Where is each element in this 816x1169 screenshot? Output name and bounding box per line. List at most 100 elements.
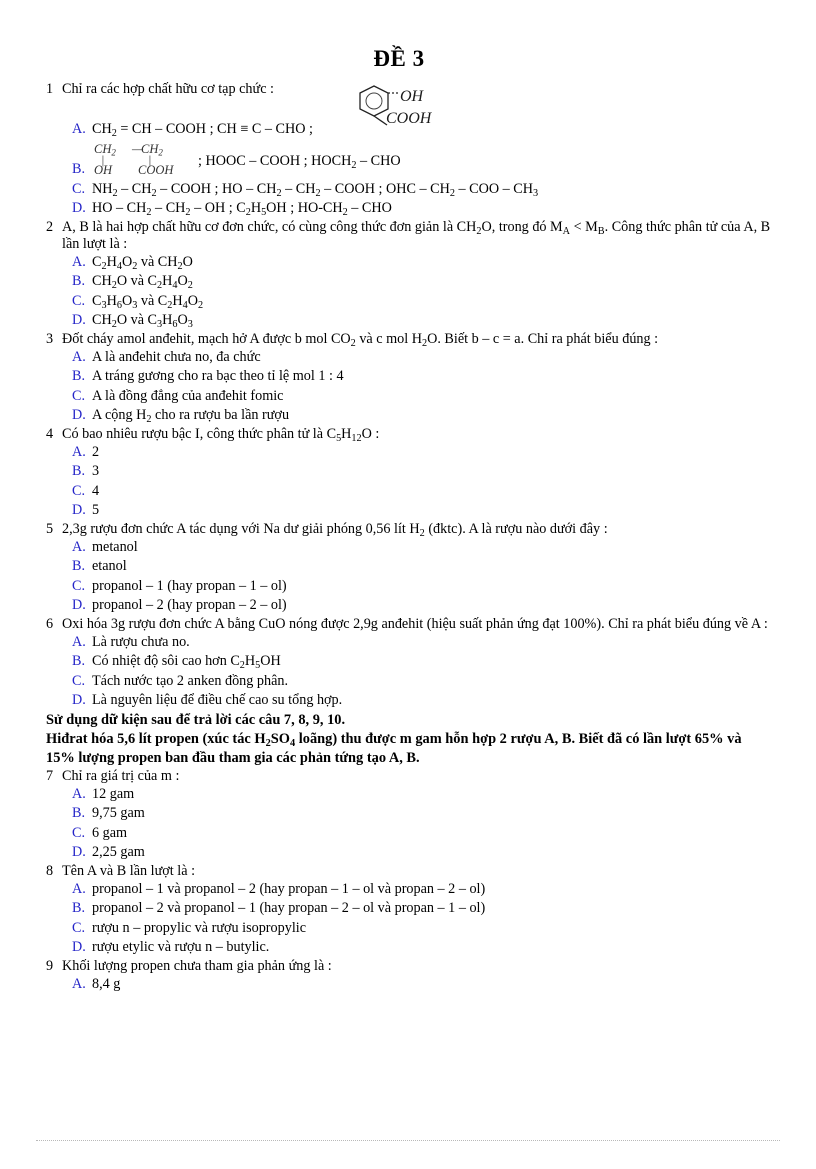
option-text: 12 gam: [92, 785, 135, 802]
option-text: NH2 – CH2 – COOH ; HO – CH2 – CH2 – COOH…: [92, 180, 539, 199]
option-item[interactable]: C. A là đồng đẳng của anđehit fomic: [36, 387, 780, 407]
option-letter: D.: [72, 939, 86, 956]
question-1-number: 1: [46, 81, 54, 98]
question-7-text: Chỉ ra giá trị của m :: [62, 767, 180, 784]
option-item[interactable]: C. C3H6O3 và C2H4O2: [36, 292, 780, 312]
option-text: CH2— CH2 | | OH COOH; HOOC – COOH ; HOCH2 – C…: [92, 142, 780, 180]
option-item[interactable]: A. metanol: [36, 538, 780, 558]
question-7-options: A. 12 gam B. 9,75 gam C. 6 gam D. 2,25 g…: [36, 785, 780, 863]
option-item[interactable]: C. propanol – 1 (hay propan – 1 – ol): [36, 577, 780, 597]
question-2-header: 2 A, B là hai hợp chất hữu cơ đơn chức, …: [36, 219, 780, 253]
option-item[interactable]: A. 12 gam: [36, 785, 780, 805]
option-item[interactable]: B. A tráng gương cho ra bạc theo tỉ lệ m…: [36, 367, 780, 387]
question-8: 8 Tên A và B lần lượt là : A. propanol –…: [36, 863, 780, 958]
option-text: Tách nước tạo 2 anken đồng phân.: [92, 672, 289, 689]
option-item[interactable]: A. A là anđehit chưa no, đa chức: [36, 348, 780, 368]
option-item[interactable]: B. CH2— CH2 | | OH COOH; HOOC – COOH ; HOCH2 …: [36, 142, 780, 180]
question-5-number: 5: [46, 520, 54, 537]
question-7-number: 7: [46, 767, 54, 784]
option-item[interactable]: A. C2H4O2 và CH2O: [36, 253, 780, 273]
question-5-text: 2,3g rượu đơn chức A tác dụng với Na dư …: [62, 520, 608, 539]
option-text: 2,25 gam: [92, 844, 145, 861]
question-3-header: 3 Đốt cháy amol anđehit, mạch hở A được …: [36, 331, 780, 348]
question-6-number: 6: [46, 615, 54, 632]
option-letter: B.: [72, 463, 86, 480]
instruction-block: Sử dụng dữ kiện sau để trả lời các câu 7…: [36, 711, 780, 768]
option-item[interactable]: B. propanol – 2 và propanol – 1 (hay pro…: [36, 899, 780, 919]
option-item[interactable]: B. CH2O và C2H4O2: [36, 272, 780, 292]
instruction-line-1: Sử dụng dữ kiện sau để trả lời các câu 7…: [46, 711, 346, 728]
option-letter: B.: [72, 368, 86, 385]
option-letter: B.: [72, 653, 86, 670]
option-text: 5: [92, 502, 100, 519]
footer-divider: [36, 1140, 780, 1141]
option-item[interactable]: C. 6 gam: [36, 824, 780, 844]
question-8-options: A. propanol – 1 và propanol – 2 (hay pro…: [36, 880, 780, 958]
option-text: propanol – 1 (hay propan – 1 – ol): [92, 577, 287, 594]
option-item[interactable]: C. Tách nước tạo 2 anken đồng phân.: [36, 672, 780, 692]
option-item[interactable]: B. 9,75 gam: [36, 804, 780, 824]
option-item[interactable]: D. CH2O và C3H6O3: [36, 311, 780, 331]
option-item[interactable]: D. rượu etylic và rượu n – butylic.: [36, 938, 780, 958]
question-5-options: A. metanol B. etanol C. propanol – 1 (ha…: [36, 538, 780, 616]
option-text: etanol: [92, 558, 127, 575]
option-item[interactable]: D. 2,25 gam: [36, 843, 780, 863]
option-item[interactable]: D. propanol – 2 (hay propan – 2 – ol): [36, 596, 780, 616]
option-text: HO – CH2 – CH2 – OH ; C2H5OH ; HO-CH2 – …: [92, 200, 392, 219]
option-text: 9,75 gam: [92, 805, 145, 822]
option-item[interactable]: B. 3: [36, 462, 780, 482]
option-item[interactable]: D. A cộng H2 cho ra rượu ba lần rượu: [36, 406, 780, 426]
option-text: A tráng gương cho ra bạc theo tỉ lệ mol …: [92, 368, 344, 385]
question-9-options: A. 8,4 g: [36, 975, 780, 995]
option-letter: A.: [72, 253, 86, 270]
question-3-text: Đốt cháy amol anđehit, mạch hở A được b …: [62, 330, 659, 349]
option-item[interactable]: C. rượu n – propylic và rượu isopropylic: [36, 919, 780, 939]
question-6: 6 Oxi hóa 3g rượu đơn chức A bằng CuO nó…: [36, 616, 780, 711]
option-letter: A.: [72, 880, 86, 897]
option-item[interactable]: A. propanol – 1 và propanol – 2 (hay pro…: [36, 880, 780, 900]
option-text: propanol – 2 (hay propan – 2 – ol): [92, 597, 287, 614]
option-text: rượu etylic và rượu n – butylic.: [92, 939, 270, 956]
option-item[interactable]: D. 5: [36, 501, 780, 521]
question-9-header: 9 Khối lượng propen chưa tham gia phản ứ…: [36, 958, 780, 975]
option-item[interactable]: A. 2: [36, 443, 780, 463]
question-9-number: 9: [46, 957, 54, 974]
question-2-options: A. C2H4O2 và CH2O B. CH2O và C2H4O2 C. C…: [36, 253, 780, 331]
option-letter: C.: [72, 387, 86, 404]
option-item[interactable]: D. Là nguyên liệu để điều chế cao su tổn…: [36, 691, 780, 711]
option-text: CH2O và C2H4O2: [92, 273, 193, 292]
option-text: C2H4O2 và CH2O: [92, 253, 193, 272]
instruction-line-2: Hiđrat hóa 5,6 lít propen (xúc tác H2SO4…: [46, 730, 742, 766]
option-text: propanol – 1 và propanol – 2 (hay propan…: [92, 880, 486, 897]
question-4: 4 Có bao nhiêu rượu bậc I, công thức phâ…: [36, 426, 780, 521]
question-2-number: 2: [46, 218, 54, 235]
option-letter: D.: [72, 844, 86, 861]
option-item[interactable]: A. Là rượu chưa no.: [36, 633, 780, 653]
question-7: 7 Chỉ ra giá trị của m : A. 12 gam B. 9,…: [36, 768, 780, 863]
option-item[interactable]: D. HO – CH2 – CH2 – OH ; C2H5OH ; HO-CH2…: [36, 199, 780, 219]
question-1-header: 1 Chỉ ra các hợp chất hữu cơ tạp chức :: [36, 81, 780, 98]
option-letter: A.: [72, 538, 86, 555]
option-item[interactable]: B. Có nhiệt độ sôi cao hơn C2H5OH: [36, 652, 780, 672]
option-letter: D.: [72, 407, 86, 424]
option-text: CH2O và C3H6O3: [92, 312, 193, 331]
option-text: rượu n – propylic và rượu isopropylic: [92, 919, 306, 936]
option-text: metanol: [92, 538, 138, 555]
question-1-text: Chỉ ra các hợp chất hữu cơ tạp chức :: [62, 81, 274, 98]
option-text: Có nhiệt độ sôi cao hơn C2H5OH: [92, 653, 281, 672]
option-item[interactable]: A. 8,4 g: [36, 975, 780, 995]
option-letter: C.: [72, 577, 86, 594]
question-6-text: Oxi hóa 3g rượu đơn chức A bằng CuO nóng…: [62, 615, 768, 632]
option-item[interactable]: C. 4: [36, 482, 780, 502]
option-text: A cộng H2 cho ra rượu ba lần rượu: [92, 407, 290, 426]
option-text: CH2 = CH – COOH ; CH ≡ C – CHO ;: [92, 121, 313, 140]
option-item[interactable]: C. NH2 – CH2 – COOH ; HO – CH2 – CH2 – C…: [36, 180, 780, 200]
option-item[interactable]: A. CH2 = CH – COOH ; CH ≡ C – CHO ;: [36, 120, 780, 140]
option-letter: D.: [72, 692, 86, 709]
option-text: A là anđehit chưa no, đa chức: [92, 348, 261, 365]
option-item[interactable]: B. etanol: [36, 557, 780, 577]
question-2-text: A, B là hai hợp chất hữu cơ đơn chức, có…: [62, 218, 771, 252]
option-letter: A.: [72, 443, 86, 460]
option-letter: D.: [72, 312, 86, 329]
option-letter: C.: [72, 824, 86, 841]
